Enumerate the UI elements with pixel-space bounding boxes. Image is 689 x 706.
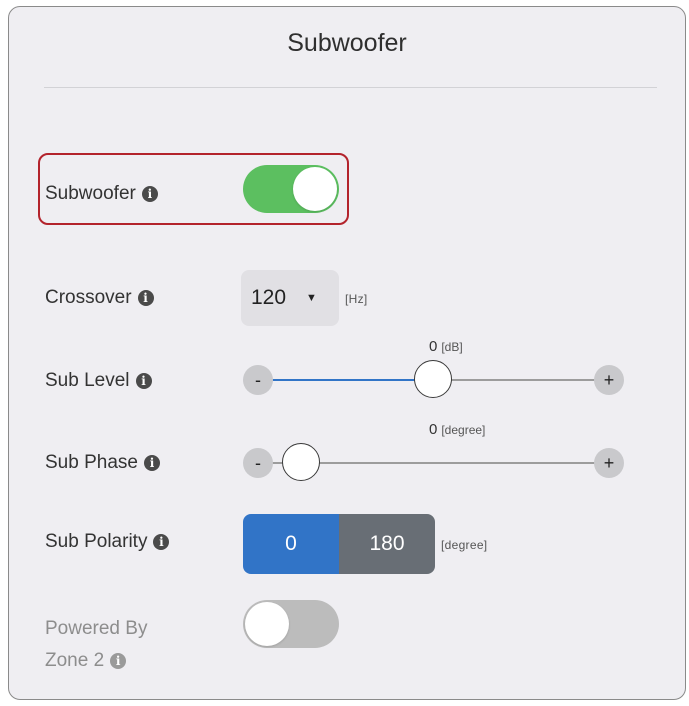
powered-by-zone2-toggle[interactable] bbox=[243, 600, 339, 648]
sub-phase-label: Sub Phase i bbox=[45, 452, 160, 474]
sub-level-value: 0 bbox=[429, 338, 438, 355]
info-icon[interactable]: i bbox=[110, 653, 127, 669]
crossover-value: 120 bbox=[251, 286, 287, 309]
crossover-label-text: Crossover bbox=[45, 287, 132, 308]
sub-level-unit: [dB] bbox=[441, 340, 463, 354]
info-icon[interactable]: i bbox=[153, 534, 170, 550]
sub-phase-plus-button[interactable]: + bbox=[594, 448, 624, 478]
polarity-option-0[interactable]: 0 bbox=[243, 514, 339, 574]
sub-level-plus-button[interactable]: + bbox=[594, 365, 624, 395]
info-icon[interactable]: i bbox=[141, 186, 158, 202]
sub-level-value-label: 0 [dB] bbox=[429, 338, 463, 355]
subwoofer-toggle-knob bbox=[293, 167, 337, 211]
info-icon[interactable]: i bbox=[143, 455, 160, 471]
title-divider bbox=[44, 87, 657, 88]
sub-polarity-label-text: Sub Polarity bbox=[45, 531, 148, 552]
sub-level-minus-button[interactable]: - bbox=[243, 365, 273, 395]
info-icon[interactable]: i bbox=[135, 373, 152, 389]
powered-by-zone2-label-line2: Zone 2 i bbox=[45, 650, 127, 672]
crossover-unit: [Hz] bbox=[345, 292, 368, 306]
polarity-option-180[interactable]: 180 bbox=[339, 514, 435, 574]
sub-polarity-label: Sub Polarity i bbox=[45, 531, 170, 553]
sub-phase-value: 0 bbox=[429, 421, 438, 438]
sub-level-label: Sub Level i bbox=[45, 370, 152, 392]
sub-level-label-text: Sub Level bbox=[45, 370, 130, 391]
crossover-label: Crossover i bbox=[45, 287, 154, 309]
powered-by-zone2-label-line1: Powered By bbox=[45, 618, 147, 640]
sub-level-slider-knob[interactable] bbox=[414, 360, 452, 398]
subwoofer-toggle[interactable] bbox=[243, 165, 339, 213]
sub-phase-label-text: Sub Phase bbox=[45, 452, 138, 473]
sub-level-track-fill bbox=[259, 379, 433, 381]
crossover-select[interactable]: 120 ▼ bbox=[241, 270, 339, 326]
subwoofer-panel: Subwoofer Subwoofer i Crossover i 120 ▼ … bbox=[8, 6, 686, 700]
zone2-text: Zone 2 bbox=[45, 650, 105, 671]
panel-title: Subwoofer bbox=[287, 29, 407, 57]
powered-by-zone2-toggle-knob bbox=[245, 602, 289, 646]
polarity-unit: [degree] bbox=[441, 538, 488, 552]
sub-phase-value-label: 0 [degree] bbox=[429, 421, 485, 438]
sub-phase-slider-knob[interactable] bbox=[282, 443, 320, 481]
chevron-down-icon: ▼ bbox=[306, 292, 317, 304]
subwoofer-label: Subwoofer i bbox=[45, 183, 158, 205]
powered-by-text: Powered By bbox=[45, 618, 148, 639]
sub-phase-unit: [degree] bbox=[441, 423, 486, 437]
info-icon[interactable]: i bbox=[137, 290, 154, 306]
subwoofer-label-text: Subwoofer bbox=[45, 183, 136, 204]
sub-phase-minus-button[interactable]: - bbox=[243, 448, 273, 478]
